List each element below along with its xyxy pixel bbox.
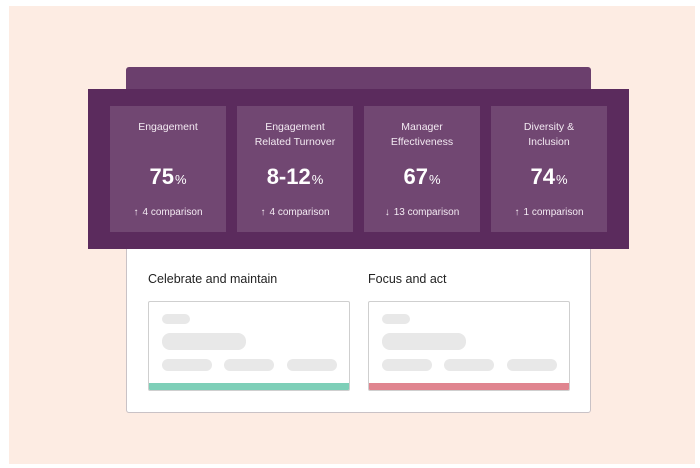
metric-value: 67% bbox=[364, 164, 480, 193]
metric-value: 75% bbox=[110, 164, 226, 193]
celebrate-card[interactable] bbox=[148, 301, 350, 391]
placeholder-line bbox=[382, 314, 410, 324]
metric-tile-engagement[interactable]: Engagement 75% ↑ 4 comparison bbox=[110, 106, 226, 232]
focus-section-title: Focus and act bbox=[368, 272, 447, 286]
metric-comparison: ↑ 4 comparison bbox=[237, 207, 353, 219]
placeholder-heading bbox=[382, 333, 466, 350]
arrow-down-icon: ↓ bbox=[384, 207, 390, 218]
metric-label: Diversity & Inclusion bbox=[523, 121, 575, 148]
metric-comparison: ↑ 1 comparison bbox=[491, 207, 607, 219]
metric-label: Manager Effectiveness bbox=[390, 121, 454, 148]
metric-label: Engagement bbox=[138, 121, 198, 133]
placeholder-line bbox=[162, 314, 190, 324]
comparison-text: 13 comparison bbox=[393, 207, 460, 218]
metric-unit: % bbox=[311, 172, 324, 187]
metric-number: 74 bbox=[530, 164, 555, 189]
metrics-panel: Engagement 75% ↑ 4 comparison Engagement … bbox=[88, 89, 629, 249]
focus-card[interactable] bbox=[368, 301, 570, 391]
metric-tile-diversity-inclusion[interactable]: Diversity & Inclusion 74% ↑ 1 comparison bbox=[491, 106, 607, 232]
focus-accent-bar bbox=[369, 383, 569, 390]
metric-number: 75 bbox=[149, 164, 174, 189]
metric-value: 8-12% bbox=[237, 164, 353, 193]
metric-comparison: ↓ 13 comparison bbox=[364, 207, 480, 219]
arrow-up-icon: ↑ bbox=[260, 207, 266, 218]
metric-tile-engagement-turnover[interactable]: Engagement Related Turnover 8-12% ↑ 4 com… bbox=[237, 106, 353, 232]
metric-unit: % bbox=[174, 172, 187, 187]
comparison-text: 4 comparison bbox=[142, 207, 203, 218]
metric-comparison: ↑ 4 comparison bbox=[110, 207, 226, 219]
celebrate-section-title: Celebrate and maintain bbox=[148, 272, 278, 286]
placeholder-chip bbox=[224, 359, 274, 371]
metric-tile-manager-effectiveness[interactable]: Manager Effectiveness 67% ↓ 13 comparison bbox=[364, 106, 480, 232]
celebrate-accent-bar bbox=[149, 383, 349, 390]
comparison-text: 1 comparison bbox=[523, 207, 584, 218]
placeholder-chip bbox=[444, 359, 494, 371]
metric-unit: % bbox=[428, 172, 441, 187]
placeholder-chip bbox=[507, 359, 557, 371]
placeholder-chip bbox=[287, 359, 337, 371]
metric-value: 74% bbox=[491, 164, 607, 193]
metric-number: 67 bbox=[403, 164, 428, 189]
metric-unit: % bbox=[555, 172, 568, 187]
metric-number: 8-12 bbox=[266, 164, 311, 189]
arrow-up-icon: ↑ bbox=[133, 207, 139, 218]
arrow-up-icon: ↑ bbox=[514, 207, 520, 218]
placeholder-chip bbox=[162, 359, 212, 371]
placeholder-chip bbox=[382, 359, 432, 371]
comparison-text: 4 comparison bbox=[269, 207, 330, 218]
placeholder-heading bbox=[162, 333, 246, 350]
metric-label: Engagement Related Turnover bbox=[254, 121, 336, 148]
